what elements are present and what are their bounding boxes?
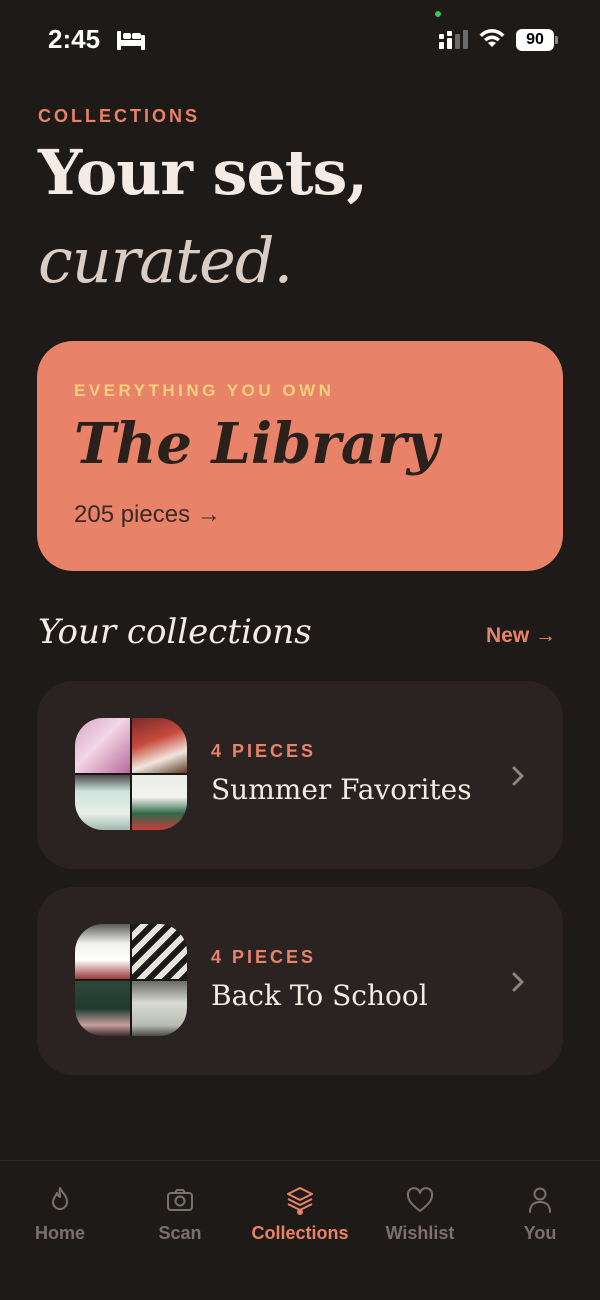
tab-label: Scan bbox=[158, 1223, 202, 1243]
collection-count: 4 PIECES bbox=[211, 947, 317, 967]
bottom-tab-bar: Home Scan Collections Wishlist You bbox=[0, 1160, 600, 1300]
tab-you[interactable]: You bbox=[480, 1161, 600, 1271]
tab-label: Home bbox=[34, 1223, 85, 1243]
collection-count: 4 PIECES bbox=[211, 741, 317, 761]
status-bar: 2:45 90 bbox=[0, 0, 600, 80]
thumbnail-tile bbox=[75, 924, 130, 979]
tab-label: You bbox=[523, 1223, 557, 1243]
person-icon bbox=[529, 1187, 551, 1213]
battery-cap bbox=[555, 36, 558, 44]
battery-level: 90 bbox=[516, 29, 554, 51]
library-count: 205 pieces → bbox=[74, 501, 221, 528]
page-eyebrow: COLLECTIONS bbox=[38, 106, 200, 126]
thumbnail-tile bbox=[132, 981, 187, 1036]
collection-card-summer-favorites[interactable]: 4 PIECES Summer Favorites bbox=[37, 681, 563, 869]
wifi-icon bbox=[479, 29, 505, 47]
collection-card-back-to-school[interactable]: 4 PIECES Back To School bbox=[37, 887, 563, 1075]
tab-collections[interactable]: Collections bbox=[240, 1161, 360, 1271]
camera-icon bbox=[167, 1189, 193, 1211]
thumbnail-tile bbox=[132, 718, 187, 773]
signal-icon bbox=[439, 30, 468, 49]
privacy-indicator bbox=[435, 11, 441, 17]
section-title: Your collections bbox=[38, 612, 312, 652]
collection-name: Back To School bbox=[211, 979, 428, 1012]
thumbnail-tile bbox=[132, 775, 187, 830]
tab-scan[interactable]: Scan bbox=[120, 1161, 240, 1271]
heart-icon bbox=[406, 1187, 434, 1212]
active-tab-indicator bbox=[297, 1209, 303, 1215]
collection-thumbnail bbox=[75, 718, 187, 830]
new-collection-link[interactable]: New → bbox=[486, 624, 556, 648]
thumbnail-tile bbox=[132, 924, 187, 979]
collection-name: Summer Favorites bbox=[211, 773, 472, 806]
tab-label: Collections bbox=[251, 1223, 349, 1243]
tab-label: Wishlist bbox=[385, 1223, 455, 1243]
bed-icon bbox=[117, 31, 145, 50]
thumbnail-tile bbox=[75, 981, 130, 1036]
thumbnail-tile bbox=[75, 775, 130, 830]
chevron-right-icon bbox=[512, 766, 524, 786]
page-title-line1: Your sets, bbox=[38, 136, 368, 209]
library-eyebrow: EVERYTHING YOU OWN bbox=[74, 381, 335, 400]
status-time: 2:45 bbox=[48, 24, 101, 54]
thumbnail-tile bbox=[75, 718, 130, 773]
collection-thumbnail bbox=[75, 924, 187, 1036]
library-card[interactable]: EVERYTHING YOU OWN The Library 205 piece… bbox=[37, 341, 563, 571]
page-title-line2: curated. bbox=[38, 224, 293, 297]
library-title: The Library bbox=[74, 411, 440, 477]
chevron-right-icon bbox=[512, 972, 524, 992]
flame-icon bbox=[52, 1187, 68, 1210]
tab-home[interactable]: Home bbox=[0, 1161, 120, 1271]
tab-wishlist[interactable]: Wishlist bbox=[360, 1161, 480, 1271]
